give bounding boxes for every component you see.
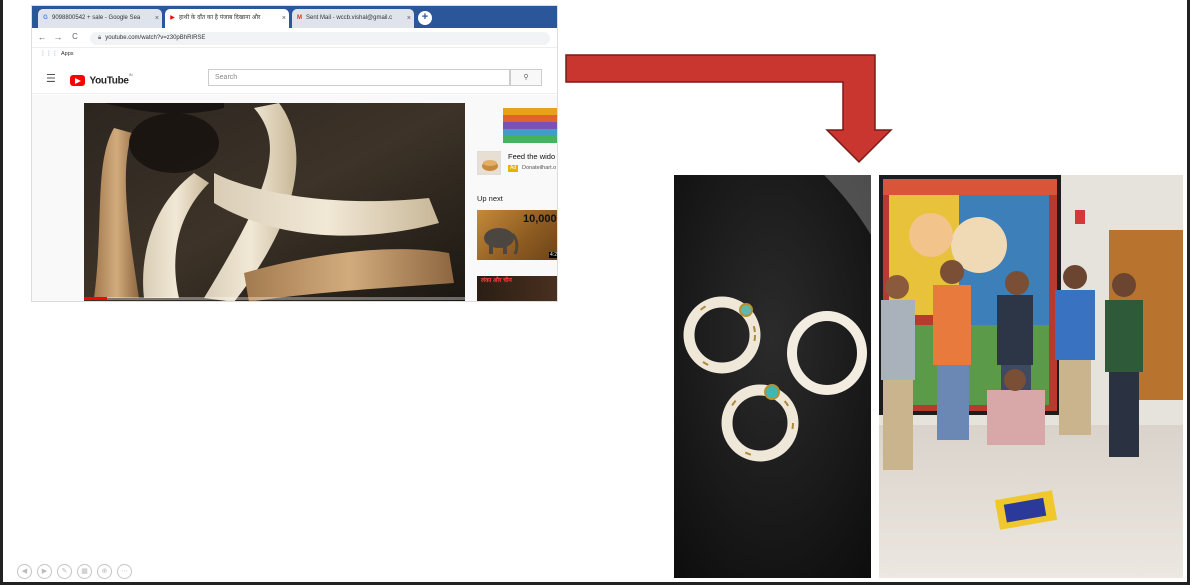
food-bowl-icon (482, 160, 498, 171)
next-video-2-title: लंका और चीन (481, 278, 512, 284)
browser-screenshot: G 9098800542 + sale - Google Sea × ▶ हाथ… (31, 5, 558, 302)
lock-icon: 🔒︎ (98, 35, 102, 41)
presentation-slide: G 9098800542 + sale - Google Sea × ▶ हाथ… (0, 0, 1190, 585)
ivory-rings-image (674, 175, 871, 578)
photo-arrest-group (879, 175, 1183, 578)
slides-icon[interactable]: ▦ (77, 564, 92, 579)
youtube-country-code: IN (128, 72, 133, 77)
youtube-logo[interactable]: YouTubeIN (70, 72, 133, 87)
next-video-1-title: 10,000 (523, 213, 557, 225)
ad-thumbnail[interactable] (477, 151, 501, 175)
more-icon[interactable]: ⋯ (117, 564, 132, 579)
close-icon[interactable]: × (155, 9, 159, 28)
tab-label: हाथी के दाँत का है पंजाब दिखाना और (179, 15, 261, 21)
youtube-sidebar: Feed the wido Ad Donateilhart.o Up next … (477, 95, 557, 301)
youtube-logo-text: YouTube (89, 75, 129, 87)
zoom-icon[interactable]: ⊕ (97, 564, 112, 579)
bookmarks-bar: ⋮⋮⋮ Apps (32, 48, 557, 60)
search-input[interactable]: Search (208, 69, 510, 86)
reload-icon[interactable]: C (69, 32, 81, 41)
search-icon: ⚲ (523, 74, 529, 81)
video-player[interactable] (84, 103, 465, 301)
ad-badge: Ad (508, 165, 519, 172)
youtube-play-icon (70, 75, 85, 87)
previous-icon[interactable]: ◀ (17, 564, 32, 579)
tab-label: Sent Mail - wccb.vishal@gmail.c (306, 15, 393, 21)
ad-title[interactable]: Feed the wido (508, 152, 555, 161)
search-button[interactable]: ⚲ (510, 69, 542, 86)
apps-grid-icon[interactable]: ⋮⋮⋮ (40, 51, 58, 57)
back-icon[interactable]: ← (36, 32, 48, 42)
next-video-thumbnail-1[interactable]: 10,000 4:2 (477, 210, 557, 260)
new-tab-button[interactable]: + (418, 11, 432, 25)
up-next-label: Up next (477, 194, 503, 203)
ad-source[interactable]: Donateilhart.o (522, 165, 556, 171)
close-icon[interactable]: × (407, 9, 411, 28)
tab-gmail[interactable]: M Sent Mail - wccb.vishal@gmail.c × (292, 9, 414, 28)
pen-icon[interactable]: ✎ (57, 564, 72, 579)
ad-banner-image[interactable] (503, 108, 557, 143)
tab-label: 9098800542 + sale - Google Sea (52, 15, 141, 21)
address-bar: ← → C 🔒︎ youtube.com/watch?v=z30pBhRIRSE (32, 28, 557, 48)
youtube-header: ☰ YouTubeIN Search ⚲ (32, 62, 557, 94)
photo-ivory-rings (674, 175, 871, 578)
close-icon[interactable]: × (282, 9, 286, 28)
gmail-icon: M (297, 15, 302, 21)
youtube-watch-page: Feed the wido Ad Donateilhart.o Up next … (32, 95, 557, 301)
video-frame-ivory-tusks (84, 103, 465, 301)
group-photo-image (879, 175, 1183, 578)
google-icon: G (43, 15, 48, 21)
youtube-icon: ▶ (170, 15, 175, 21)
tab-google-search[interactable]: G 9098800542 + sale - Google Sea × (38, 9, 162, 28)
video-progress-bar[interactable] (84, 297, 465, 300)
url-input[interactable]: 🔒︎ youtube.com/watch?v=z30pBhRIRSE (90, 32, 550, 45)
url-text: youtube.com/watch?v=z30pBhRIRSE (105, 35, 206, 41)
forward-icon[interactable]: → (52, 32, 64, 42)
next-video-thumbnail-2[interactable]: लंका और चीन (477, 276, 557, 301)
tab-youtube[interactable]: ▶ हाथी के दाँत का है पंजाब दिखाना और × (165, 9, 289, 28)
video-progress-fill (84, 297, 107, 300)
next-video-1-duration: 4:2 (549, 252, 557, 258)
bookmark-apps[interactable]: Apps (61, 51, 74, 57)
next-icon[interactable]: ▶ (37, 564, 52, 579)
tab-bar: G 9098800542 + sale - Google Sea × ▶ हाथ… (32, 6, 557, 28)
elephant-thumbnail-image (484, 228, 519, 255)
menu-icon[interactable]: ☰ (46, 72, 56, 85)
